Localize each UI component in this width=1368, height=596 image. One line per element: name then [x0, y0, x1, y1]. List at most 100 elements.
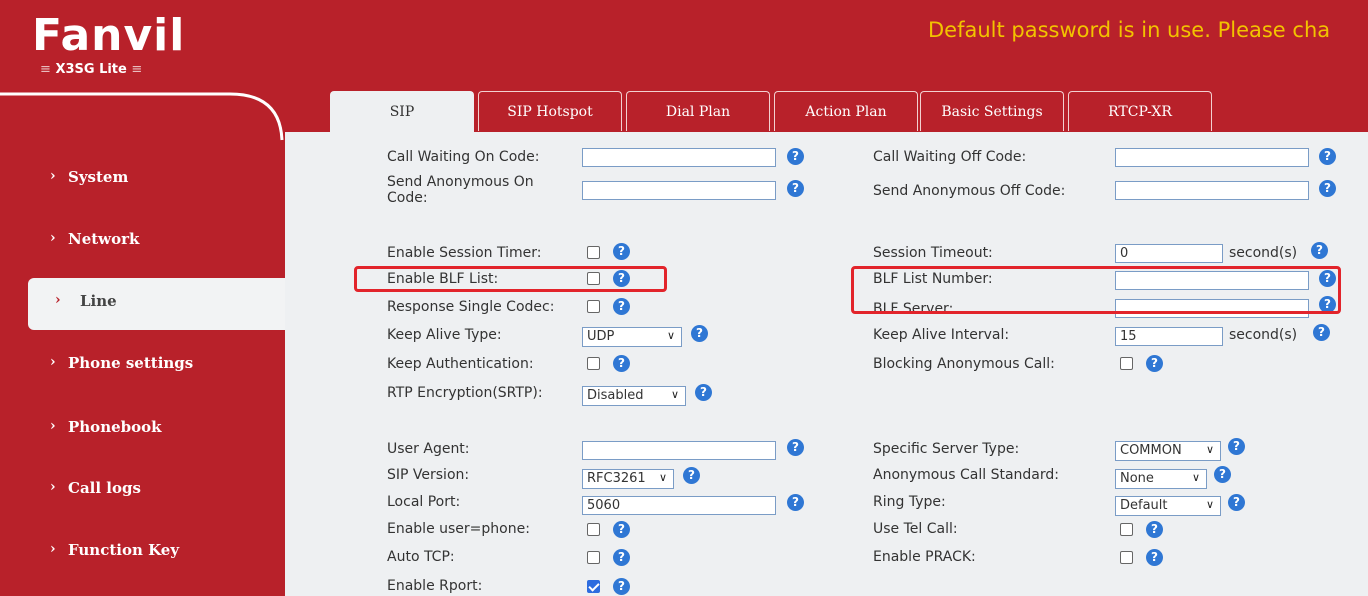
call-waiting-on-input[interactable] [582, 148, 776, 167]
help-icon[interactable]: ? [613, 578, 630, 595]
sip-version-select[interactable]: RFC3261 ∨ [582, 469, 674, 489]
anonymous-call-standard-select[interactable]: None ∨ [1115, 469, 1207, 489]
help-icon[interactable]: ? [1228, 494, 1245, 511]
keep-authentication-label: Keep Authentication: [387, 356, 534, 372]
tab-sip[interactable]: SIP [330, 91, 474, 133]
chevron-right-icon: › [50, 230, 56, 246]
send-anonymous-on-input[interactable] [582, 181, 776, 200]
sidebar-item-phonebook[interactable]: › Phonebook [0, 404, 280, 456]
help-icon[interactable]: ? [1146, 549, 1163, 566]
use-tel-call-checkbox[interactable] [1120, 523, 1133, 536]
blf-settings-highlight-box [851, 266, 1341, 314]
enable-user-phone-label: Enable user=phone: [387, 521, 530, 537]
rtp-encryption-label: RTP Encryption(SRTP): [387, 385, 543, 401]
sidebar-item-network[interactable]: › Network [0, 216, 280, 268]
local-port-input[interactable]: 5060 [582, 496, 776, 515]
auto-tcp-label: Auto TCP: [387, 549, 455, 565]
help-icon[interactable]: ? [1214, 466, 1231, 483]
user-agent-label: User Agent: [387, 441, 470, 457]
use-tel-call-label: Use Tel Call: [873, 521, 958, 537]
default-password-warning: Default password is in use. Please cha [928, 18, 1331, 42]
help-icon[interactable]: ? [613, 549, 630, 566]
model-label: ≡ X3SG Lite ≡ [40, 62, 143, 77]
tab-dial-plan[interactable]: Dial Plan [626, 91, 770, 131]
blocking-anonymous-call-label: Blocking Anonymous Call: [873, 356, 1055, 372]
chevron-down-icon: ∨ [1191, 471, 1200, 484]
help-icon[interactable]: ? [787, 439, 804, 456]
anonymous-call-standard-label: Anonymous Call Standard: [873, 467, 1059, 483]
ring-type-select[interactable]: Default ∨ [1115, 496, 1221, 516]
keep-alive-type-select[interactable]: UDP ∨ [582, 327, 682, 347]
chevron-right-icon: › [50, 479, 56, 495]
call-waiting-on-label: Call Waiting On Code: [387, 149, 540, 165]
model-name: X3SG Lite [55, 62, 127, 77]
help-icon[interactable]: ? [683, 467, 700, 484]
auto-tcp-checkbox[interactable] [587, 551, 600, 564]
local-port-label: Local Port: [387, 494, 461, 510]
help-icon[interactable]: ? [613, 298, 630, 315]
send-anonymous-off-label: Send Anonymous Off Code: [873, 183, 1066, 199]
help-icon[interactable]: ? [691, 325, 708, 342]
call-waiting-off-input[interactable] [1115, 148, 1309, 167]
sidebar-item-line[interactable]: › Line [28, 278, 285, 330]
help-icon[interactable]: ? [613, 355, 630, 372]
enable-session-timer-checkbox[interactable] [587, 246, 600, 259]
keep-alive-interval-unit: second(s) [1229, 327, 1298, 343]
blf-list-highlight-box [354, 266, 667, 292]
enable-prack-checkbox[interactable] [1120, 551, 1133, 564]
sidebar-item-call-logs[interactable]: › Call logs [0, 465, 280, 517]
enable-user-phone-checkbox[interactable] [587, 523, 600, 536]
specific-server-type-label: Specific Server Type: [873, 441, 1020, 457]
enable-rport-label: Enable Rport: [387, 578, 483, 594]
enable-rport-checkbox[interactable] [587, 580, 600, 593]
session-timeout-input[interactable]: 0 [1115, 244, 1223, 263]
chevron-right-icon: › [50, 168, 56, 184]
keep-alive-type-label: Keep Alive Type: [387, 327, 502, 343]
help-icon[interactable]: ? [1146, 355, 1163, 372]
sip-version-label: SIP Version: [387, 467, 470, 483]
help-icon[interactable]: ? [613, 521, 630, 538]
blocking-anonymous-call-checkbox[interactable] [1120, 357, 1133, 370]
tab-sip-hotspot[interactable]: SIP Hotspot [478, 91, 622, 131]
keep-authentication-checkbox[interactable] [587, 357, 600, 370]
help-icon[interactable]: ? [1228, 438, 1245, 455]
help-icon[interactable]: ? [1319, 180, 1336, 197]
chevron-right-icon: › [50, 354, 56, 370]
chevron-right-icon: › [50, 541, 56, 557]
session-timeout-unit: second(s) [1229, 245, 1298, 261]
chevron-down-icon: ∨ [670, 388, 679, 401]
ring-type-label: Ring Type: [873, 494, 946, 510]
help-icon[interactable]: ? [1313, 324, 1330, 341]
sidebar-item-phone-settings[interactable]: › Phone settings [0, 340, 280, 392]
help-icon[interactable]: ? [787, 494, 804, 511]
keep-alive-interval-input[interactable]: 15 [1115, 327, 1223, 346]
user-agent-input[interactable] [582, 441, 776, 460]
keep-alive-interval-label: Keep Alive Interval: [873, 327, 1010, 343]
session-timeout-label: Session Timeout: [873, 245, 993, 261]
help-icon[interactable]: ? [613, 243, 630, 260]
tab-basic-settings[interactable]: Basic Settings [920, 91, 1064, 131]
chevron-right-icon: › [55, 292, 61, 308]
fanvil-logo: Fanvil [32, 10, 186, 61]
help-icon[interactable]: ? [1319, 148, 1336, 165]
sidebar-item-function-key[interactable]: › Function Key [0, 527, 280, 579]
sidebar-item-system[interactable]: › System [0, 154, 280, 206]
enable-prack-label: Enable PRACK: [873, 549, 976, 565]
help-icon[interactable]: ? [1311, 242, 1328, 259]
top-header [0, 0, 1368, 88]
help-icon[interactable]: ? [787, 180, 804, 197]
tab-rtcp-xr[interactable]: RTCP-XR [1068, 91, 1212, 131]
help-icon[interactable]: ? [695, 384, 712, 401]
help-icon[interactable]: ? [787, 148, 804, 165]
specific-server-type-select[interactable]: COMMON ∨ [1115, 441, 1221, 461]
chevron-down-icon: ∨ [1205, 443, 1214, 456]
chevron-down-icon: ∨ [666, 329, 675, 342]
help-icon[interactable]: ? [1146, 521, 1163, 538]
send-anonymous-on-label: Send Anonymous On Code: [387, 174, 534, 206]
tab-action-plan[interactable]: Action Plan [774, 91, 918, 131]
sidebar-divider-curve [0, 92, 284, 141]
response-single-codec-checkbox[interactable] [587, 300, 600, 313]
call-waiting-off-label: Call Waiting Off Code: [873, 149, 1027, 165]
rtp-encryption-select[interactable]: Disabled ∨ [582, 386, 686, 406]
send-anonymous-off-input[interactable] [1115, 181, 1309, 200]
